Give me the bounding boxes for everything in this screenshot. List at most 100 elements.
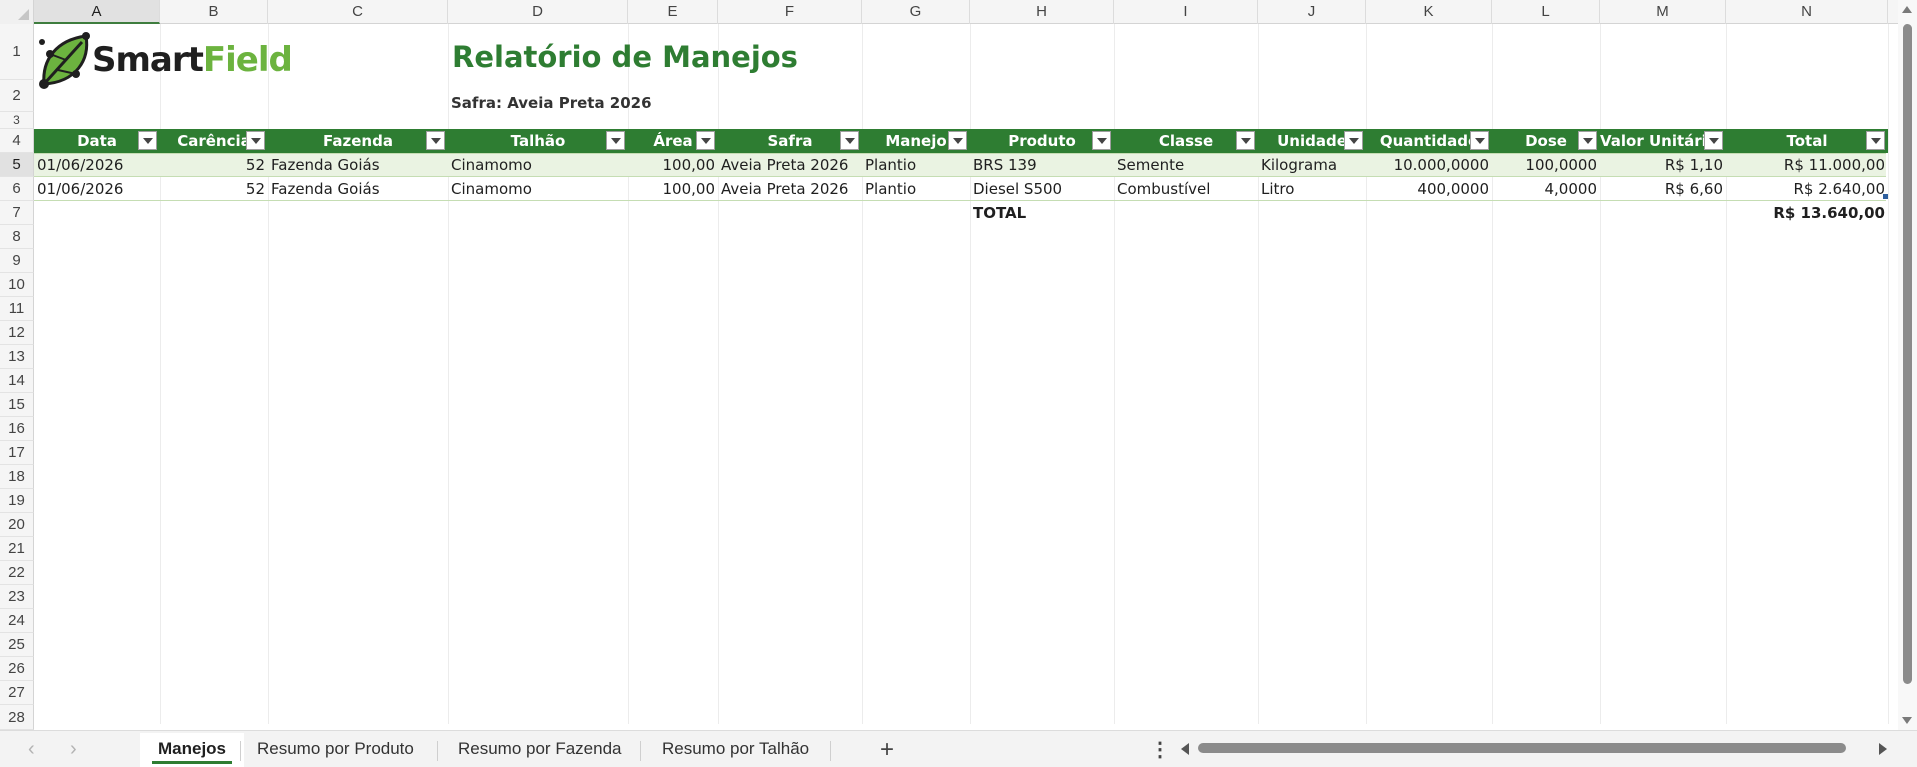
select-all-button[interactable] <box>0 0 34 24</box>
plus-icon[interactable]: + <box>880 736 894 764</box>
row-header-11[interactable]: 11 <box>0 297 34 321</box>
row-header-12[interactable]: 12 <box>0 321 34 345</box>
cell-produto[interactable]: BRS 139 <box>970 153 1114 177</box>
filter-dropdown-icon[interactable] <box>1092 131 1111 150</box>
scroll-right-icon[interactable] <box>1879 743 1887 755</box>
row-header-21[interactable]: 21 <box>0 537 34 561</box>
cell-manejo[interactable]: Plantio <box>862 153 970 177</box>
filter-dropdown-icon[interactable] <box>426 131 445 150</box>
cell-unidade[interactable]: Kilograma <box>1258 153 1366 177</box>
row-header-3[interactable]: 3 <box>0 112 34 129</box>
column-header-g[interactable]: G <box>862 0 970 24</box>
cell-dose[interactable]: 100,0000 <box>1492 153 1600 177</box>
row-header-26[interactable]: 26 <box>0 657 34 681</box>
cell-talhao[interactable]: Cinamomo <box>448 153 628 177</box>
row-header-22[interactable]: 22 <box>0 561 34 585</box>
tab-manejos[interactable]: Manejos <box>140 733 245 767</box>
row-header-16[interactable]: 16 <box>0 417 34 441</box>
tab-resumo-por-fazenda[interactable]: Resumo por Fazenda <box>440 733 639 767</box>
row-header-13[interactable]: 13 <box>0 345 34 369</box>
vertical-scroll-thumb[interactable] <box>1903 24 1912 684</box>
chevron-right-icon[interactable]: › <box>70 738 77 761</box>
column-header-a[interactable]: A <box>34 0 160 24</box>
cell-safra[interactable]: Aveia Preta 2026 <box>718 177 862 201</box>
scroll-up-icon[interactable] <box>1902 6 1912 13</box>
cell-manejo[interactable]: Plantio <box>862 177 970 201</box>
cell-dose[interactable]: 4,0000 <box>1492 177 1600 201</box>
more-vertical-icon[interactable]: ⋮ <box>1150 737 1170 762</box>
filter-dropdown-icon[interactable] <box>948 131 967 150</box>
cell-classe[interactable]: Semente <box>1114 153 1258 177</box>
filter-dropdown-icon[interactable] <box>840 131 859 150</box>
row-header-8[interactable]: 8 <box>0 225 34 249</box>
row-header-28[interactable]: 28 <box>0 705 34 730</box>
cell-area[interactable]: 100,00 <box>628 177 718 201</box>
cell-safra[interactable]: Aveia Preta 2026 <box>718 153 862 177</box>
filter-dropdown-icon[interactable] <box>1704 131 1723 150</box>
cell-total[interactable]: R$ 11.000,00 <box>1726 153 1888 177</box>
cell-fazenda[interactable]: Fazenda Goiás <box>268 153 448 177</box>
row-header-4[interactable]: 4 <box>0 129 34 153</box>
scroll-down-icon[interactable] <box>1902 717 1912 724</box>
column-header-c[interactable]: C <box>268 0 448 24</box>
row-header-10[interactable]: 10 <box>0 273 34 297</box>
cell-quantidade[interactable]: 400,0000 <box>1366 177 1492 201</box>
filter-dropdown-icon[interactable] <box>1344 131 1363 150</box>
cell-total[interactable]: R$ 2.640,00 <box>1726 177 1888 201</box>
filter-dropdown-icon[interactable] <box>138 131 157 150</box>
row-header-7[interactable]: 7 <box>0 201 34 225</box>
column-header-m[interactable]: M <box>1600 0 1726 24</box>
cell-fazenda[interactable]: Fazenda Goiás <box>268 177 448 201</box>
filter-dropdown-icon[interactable] <box>1578 131 1597 150</box>
row-header-19[interactable]: 19 <box>0 489 34 513</box>
cell-quantidade[interactable]: 10.000,0000 <box>1366 153 1492 177</box>
filter-dropdown-icon[interactable] <box>246 131 265 150</box>
row-header-23[interactable]: 23 <box>0 585 34 609</box>
horizontal-scroll-thumb[interactable] <box>1198 743 1846 753</box>
cell-area[interactable]: 100,00 <box>628 153 718 177</box>
column-header-n[interactable]: N <box>1726 0 1888 24</box>
column-header-e[interactable]: E <box>628 0 718 24</box>
cell-data[interactable]: 01/06/2026 <box>34 177 160 201</box>
column-header-k[interactable]: K <box>1366 0 1492 24</box>
table-resize-handle[interactable] <box>1883 194 1888 199</box>
cell-carencia[interactable]: 52 <box>160 153 268 177</box>
row-header-9[interactable]: 9 <box>0 249 34 273</box>
row-header-18[interactable]: 18 <box>0 465 34 489</box>
row-header-25[interactable]: 25 <box>0 633 34 657</box>
filter-dropdown-icon[interactable] <box>1236 131 1255 150</box>
row-header-6[interactable]: 6 <box>0 177 34 201</box>
scroll-left-icon[interactable] <box>1181 743 1189 755</box>
row-header-24[interactable]: 24 <box>0 609 34 633</box>
cell-valor-unitario[interactable]: R$ 6,60 <box>1600 177 1726 201</box>
chevron-left-icon[interactable]: ‹ <box>28 738 35 761</box>
row-header-20[interactable]: 20 <box>0 513 34 537</box>
cell-classe[interactable]: Combustível <box>1114 177 1258 201</box>
column-header-h[interactable]: H <box>970 0 1114 24</box>
tab-resumo-por-talhao[interactable]: Resumo por Talhão <box>644 733 827 767</box>
filter-dropdown-icon[interactable] <box>1866 131 1885 150</box>
cell-data[interactable]: 01/06/2026 <box>34 153 160 177</box>
column-header-f[interactable]: F <box>718 0 862 24</box>
cell-carencia[interactable]: 52 <box>160 177 268 201</box>
row-header-17[interactable]: 17 <box>0 441 34 465</box>
filter-dropdown-icon[interactable] <box>1470 131 1489 150</box>
column-header-i[interactable]: I <box>1114 0 1258 24</box>
cell-unidade[interactable]: Litro <box>1258 177 1366 201</box>
filter-dropdown-icon[interactable] <box>606 131 625 150</box>
cell-produto[interactable]: Diesel S500 <box>970 177 1114 201</box>
cell-valor-unitario[interactable]: R$ 1,10 <box>1600 153 1726 177</box>
filter-dropdown-icon[interactable] <box>696 131 715 150</box>
row-header-1[interactable]: 1 <box>0 24 34 80</box>
cell-talhao[interactable]: Cinamomo <box>448 177 628 201</box>
row-header-14[interactable]: 14 <box>0 369 34 393</box>
column-header-d[interactable]: D <box>448 0 628 24</box>
column-header-j[interactable]: J <box>1258 0 1366 24</box>
row-header-2[interactable]: 2 <box>0 80 34 112</box>
row-header-15[interactable]: 15 <box>0 393 34 417</box>
column-header-b[interactable]: B <box>160 0 268 24</box>
column-header-l[interactable]: L <box>1492 0 1600 24</box>
total-value[interactable]: R$ 13.640,00 <box>1726 201 1888 225</box>
row-header-5[interactable]: 5 <box>0 153 34 177</box>
row-header-27[interactable]: 27 <box>0 681 34 705</box>
